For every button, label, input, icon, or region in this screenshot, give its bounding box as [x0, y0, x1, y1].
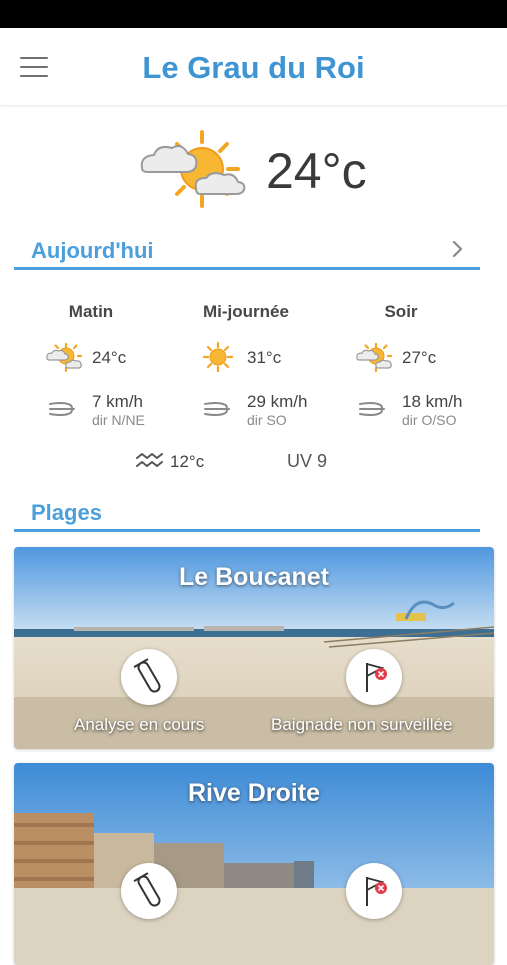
wind-direction: dir SO [247, 412, 287, 428]
period-temperature: 31°c [247, 348, 282, 367]
beaches-section-header: Plages [14, 492, 480, 532]
wind-speed: 18 km/h [402, 392, 463, 411]
wind-icon [49, 402, 75, 416]
period-name: Matin [68, 302, 114, 321]
sun-behind-cloud-icon [356, 342, 392, 372]
flag-not-supervised-icon [366, 876, 387, 906]
beach-card-le-boucanet[interactable]: Le Boucanet Analyse en cours Baignade no… [14, 547, 494, 749]
current-weather: 24°c [0, 125, 507, 220]
wind-icon [204, 402, 230, 416]
beach-card-rive-droite[interactable]: Rive Droite [14, 763, 494, 965]
test-tube-icon [133, 658, 161, 693]
test-tube-icon [133, 872, 161, 907]
beach-name: Le Boucanet [178, 563, 330, 591]
period-soir: Soir 27°c 18 km/h dir O/SO [321, 290, 481, 440]
sun-icon [203, 342, 233, 372]
supervision-badge [346, 863, 402, 919]
beach-name: Rive Droite [188, 779, 320, 807]
sea-temperature: 12°c [170, 452, 205, 471]
period-mi-journee: Mi-journée 31°c 29 km/h dir SO [166, 290, 326, 440]
period-name: Mi-journée [203, 302, 289, 321]
period-temperature: 27°c [402, 348, 437, 367]
wind-speed: 7 km/h [92, 392, 144, 411]
wind-direction: dir N/NE [92, 412, 145, 428]
flag-not-supervised-icon [366, 662, 387, 692]
analysis-label: Analyse en cours [74, 715, 205, 734]
today-title: Aujourd'hui [31, 238, 154, 263]
current-temperature: 24°c [266, 143, 367, 199]
today-periods: Matin 24°c 7 km/h dir N/NE Mi-journée 31… [0, 290, 507, 440]
period-name: Soir [384, 302, 418, 321]
waves-icon [136, 453, 163, 467]
uv-index: UV 9 [287, 451, 328, 471]
wind-speed: 29 km/h [247, 392, 308, 411]
status-bar [0, 0, 507, 28]
period-matin: Matin 24°c 7 km/h dir N/NE [11, 290, 171, 440]
analysis-badge [121, 863, 177, 919]
period-temperature: 24°c [92, 348, 127, 367]
sun-behind-cloud-icon [46, 342, 82, 372]
beaches-title: Plages [31, 500, 102, 525]
wind-direction: dir O/SO [402, 412, 457, 428]
page-title: Le Grau du Roi [142, 50, 365, 85]
analysis-badge [121, 649, 177, 705]
sun-behind-clouds-icon [140, 130, 246, 208]
today-section-header[interactable]: Aujourd'hui [14, 230, 480, 270]
app-header: Le Grau du Roi [0, 28, 507, 106]
supervision-badge [346, 649, 402, 705]
wind-icon [359, 402, 385, 416]
supervision-label: Baignade non surveillée [271, 715, 453, 734]
chevron-right-icon[interactable] [450, 239, 466, 259]
